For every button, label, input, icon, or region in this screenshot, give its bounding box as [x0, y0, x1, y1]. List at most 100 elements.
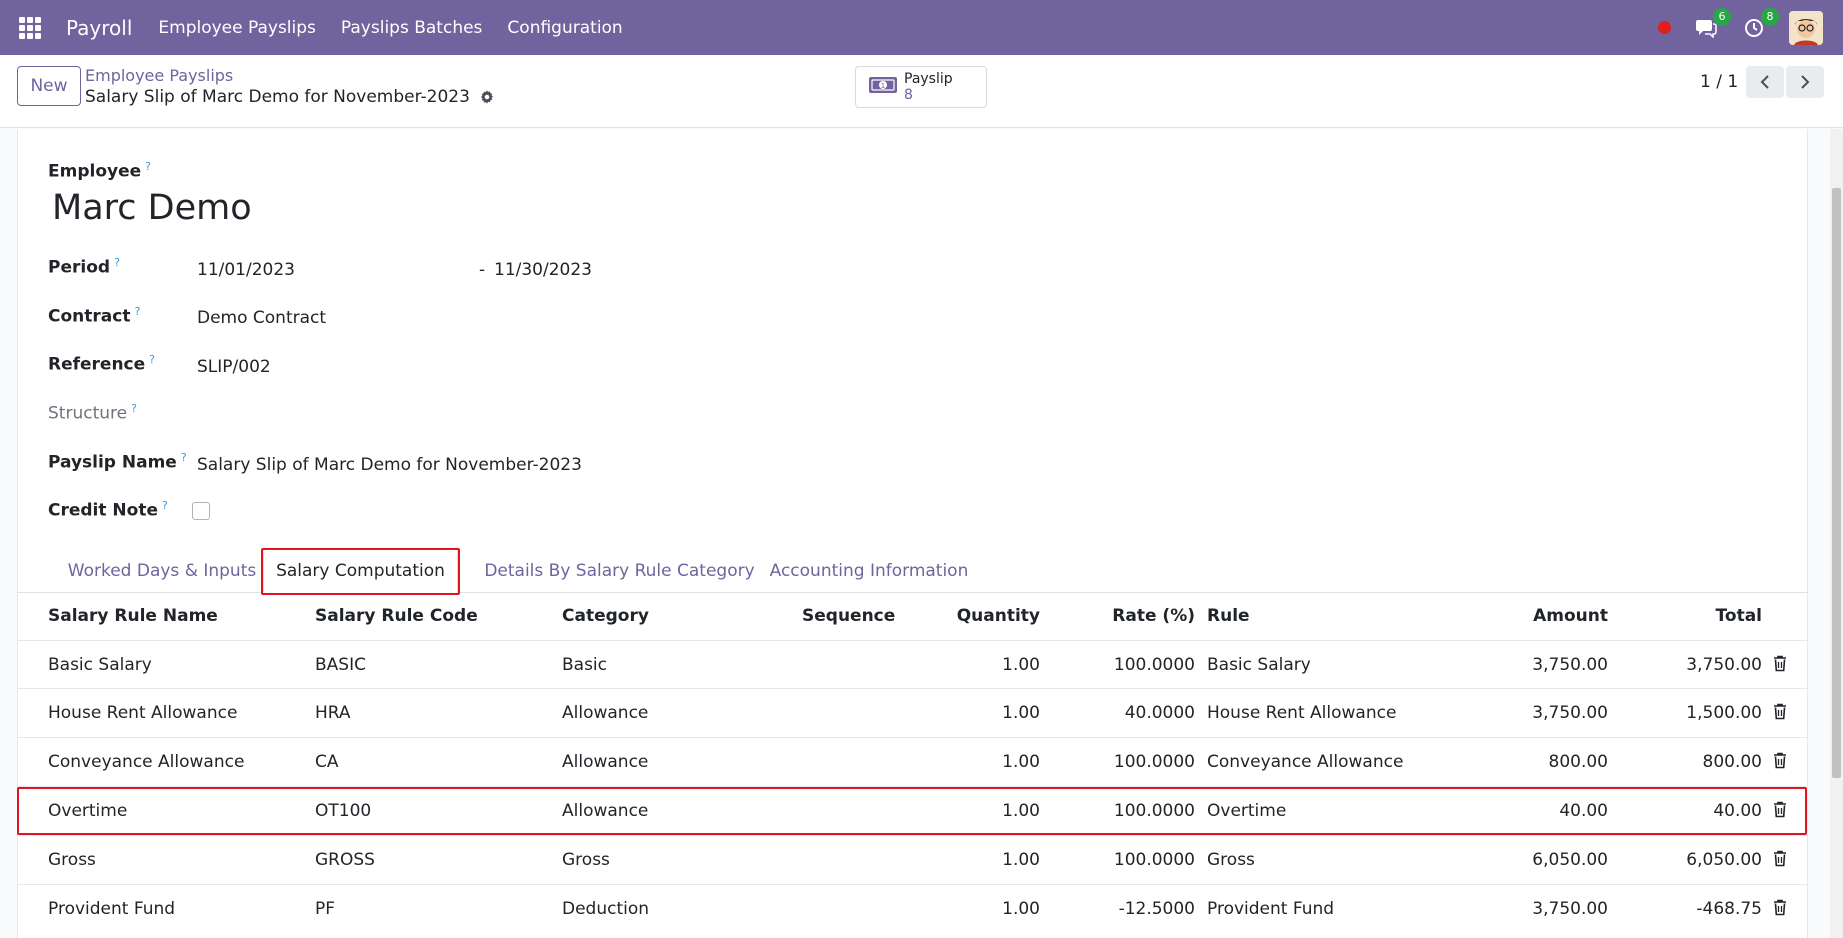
credit-note-checkbox[interactable]: [192, 502, 210, 520]
trash-icon[interactable]: [1773, 752, 1787, 773]
header-rule[interactable]: Rule: [1207, 606, 1250, 626]
help-icon[interactable]: ?: [181, 451, 187, 464]
table-row[interactable]: Provident Fund PF Deduction 1.00 -12.500…: [17, 884, 1808, 933]
table-row[interactable]: Basic Salary BASIC Basic 1.00 100.0000 B…: [17, 640, 1808, 689]
cell-amount: 3,750.00: [1532, 703, 1608, 723]
header-salary-rule-code[interactable]: Salary Rule Code: [315, 606, 478, 626]
structure-label: Structure?: [48, 402, 137, 424]
cell-category: Gross: [562, 850, 610, 870]
header-rate[interactable]: Rate (%): [1050, 606, 1195, 626]
contract-field[interactable]: Demo Contract: [197, 308, 326, 328]
svg-text:1: 1: [881, 82, 885, 90]
help-icon[interactable]: ?: [134, 305, 140, 318]
header-total[interactable]: Total: [1620, 606, 1762, 626]
contract-label: Contract?: [48, 305, 141, 327]
highlight-box-overtime-row: [17, 787, 1807, 835]
help-icon[interactable]: ?: [145, 160, 151, 173]
reference-field[interactable]: SLIP/002: [197, 357, 271, 377]
payslip-name-field[interactable]: Salary Slip of Marc Demo for November-20…: [197, 455, 582, 475]
cell-category: Basic: [562, 655, 608, 675]
pager-next-button[interactable]: [1786, 66, 1824, 98]
trash-icon[interactable]: [1773, 703, 1787, 724]
help-icon[interactable]: ?: [149, 353, 155, 366]
cell-quantity: 1.00: [1002, 899, 1040, 919]
chat-icon[interactable]: 6: [1693, 7, 1731, 41]
cell-rule: House Rent Allowance: [1207, 703, 1397, 723]
cell-rate: 100.0000: [1113, 655, 1195, 675]
apps-grid-icon[interactable]: [19, 16, 41, 39]
header-salary-rule-name[interactable]: Salary Rule Name: [48, 606, 218, 626]
menu-employee-payslips[interactable]: Employee Payslips: [158, 18, 316, 38]
cell-amount: 3,750.00: [1532, 655, 1608, 675]
cell-rule: Gross: [1207, 850, 1255, 870]
tab-details-by-salary-rule-category[interactable]: Details By Salary Rule Category: [472, 548, 767, 593]
app-title[interactable]: Payroll: [66, 16, 132, 40]
cell-rule: Provident Fund: [1207, 899, 1335, 919]
menu-configuration[interactable]: Configuration: [507, 18, 622, 38]
cell-category: Allowance: [562, 752, 649, 772]
table-row[interactable]: Conveyance Allowance CA Allowance 1.00 1…: [17, 737, 1808, 786]
help-icon[interactable]: ?: [131, 402, 137, 415]
cell-category: Allowance: [562, 703, 649, 723]
chevron-left-icon: [1760, 75, 1769, 89]
employee-label: Employee?: [48, 160, 151, 182]
cell-quantity: 1.00: [1002, 850, 1040, 870]
breadcrumb-parent-link[interactable]: Employee Payslips: [85, 66, 233, 85]
cell-rule: Basic Salary: [1207, 655, 1311, 675]
trash-icon[interactable]: [1773, 899, 1787, 920]
cell-rule-name: Conveyance Allowance: [48, 752, 245, 772]
cell-quantity: 1.00: [1002, 703, 1040, 723]
cell-rate: 100.0000: [1113, 752, 1195, 772]
cell-rate: -12.5000: [1118, 899, 1195, 919]
clock-icon[interactable]: 8: [1741, 7, 1779, 41]
cell-total: -468.75: [1696, 899, 1762, 919]
cell-rule-name: Gross: [48, 850, 96, 870]
cell-rule-code: CA: [315, 752, 339, 772]
pager-value[interactable]: 1 / 1: [1700, 72, 1738, 92]
cell-amount: 3,750.00: [1532, 899, 1608, 919]
chevron-right-icon: [1801, 75, 1810, 89]
cell-rate: 100.0000: [1113, 850, 1195, 870]
user-avatar[interactable]: [1789, 10, 1823, 45]
cell-rule-name: Provident Fund: [48, 899, 176, 919]
cell-amount: 800.00: [1548, 752, 1608, 772]
employee-name-field[interactable]: Marc Demo: [52, 188, 252, 228]
control-panel: New Employee Payslips Salary Slip of Mar…: [0, 55, 1843, 128]
pager-previous-button[interactable]: [1746, 66, 1784, 98]
cell-rule-name: House Rent Allowance: [48, 703, 238, 723]
period-to-field[interactable]: 11/30/2023: [494, 260, 592, 280]
table-row[interactable]: House Rent Allowance HRA Allowance 1.00 …: [17, 688, 1808, 737]
new-button[interactable]: New: [17, 66, 81, 106]
cell-rule-code: HRA: [315, 703, 351, 723]
period-from-field[interactable]: 11/01/2023: [197, 260, 295, 280]
cell-total: 1,500.00: [1686, 703, 1762, 723]
scrollbar-thumb[interactable]: [1832, 188, 1841, 778]
header-quantity[interactable]: Quantity: [900, 606, 1040, 626]
gear-icon[interactable]: [479, 89, 495, 105]
help-icon[interactable]: ?: [114, 256, 120, 269]
trash-icon[interactable]: [1773, 655, 1787, 676]
help-icon[interactable]: ?: [162, 499, 168, 512]
tab-accounting-information[interactable]: Accounting Information: [769, 548, 969, 593]
cell-rule-code: BASIC: [315, 655, 366, 675]
period-label: Period?: [48, 256, 120, 278]
payslip-smart-button[interactable]: 1 Payslip 8: [855, 66, 987, 108]
header-sequence[interactable]: Sequence: [802, 606, 895, 626]
cell-total: 800.00: [1702, 752, 1762, 772]
tab-worked-days-inputs[interactable]: Worked Days & Inputs: [57, 548, 267, 593]
breadcrumb-current-label: Salary Slip of Marc Demo for November-20…: [85, 87, 470, 107]
cell-rule-code: PF: [315, 899, 336, 919]
header-amount[interactable]: Amount: [1450, 606, 1608, 626]
smart-button-label: Payslip: [904, 71, 953, 87]
menu-payslips-batches[interactable]: Payslips Batches: [341, 18, 483, 38]
cell-rule-name: Basic Salary: [48, 655, 152, 675]
cell-quantity: 1.00: [1002, 655, 1040, 675]
trash-icon[interactable]: [1773, 850, 1787, 871]
period-separator: -: [479, 260, 486, 280]
cell-total: 3,750.00: [1686, 655, 1762, 675]
cell-rule-code: GROSS: [315, 850, 375, 870]
table-row[interactable]: Gross GROSS Gross 1.00 100.0000 Gross 6,…: [17, 835, 1808, 884]
recording-dot-icon[interactable]: [1658, 21, 1671, 34]
header-category[interactable]: Category: [562, 606, 649, 626]
breadcrumb-current: Salary Slip of Marc Demo for November-20…: [85, 87, 495, 107]
